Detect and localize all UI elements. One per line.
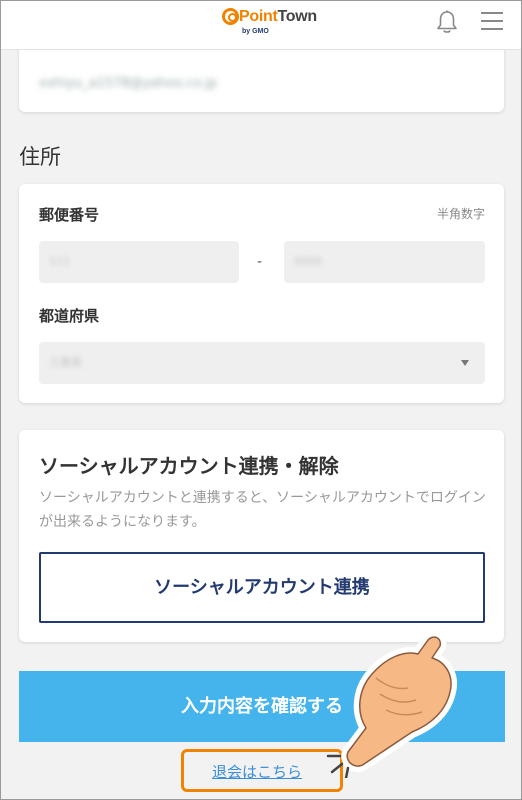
- prefecture-select[interactable]: 三重県: [39, 342, 485, 384]
- prefecture-label: 都道府県: [39, 307, 100, 325]
- address-card: 郵便番号 半角数字 111 - 0000 都道府県 三重県: [19, 184, 504, 403]
- postal-code-first-value: 111: [49, 255, 70, 268]
- postal-code-second-value: 0000: [294, 255, 322, 268]
- postal-code-label: 郵便番号: [39, 206, 100, 224]
- postal-code-first-input[interactable]: 111: [39, 241, 239, 283]
- chevron-down-icon: [461, 360, 469, 366]
- social-description: ソーシャルアカウントと連携すると、ソーシャルアカウントでログインが出来るようにな…: [39, 490, 486, 530]
- social-account-card: ソーシャルアカウント連携・解除 ソーシャルアカウントと連携すると、ソーシャルアカ…: [19, 430, 504, 642]
- logo-town: Town: [277, 8, 318, 25]
- postal-code-hint: 半角数字: [436, 207, 485, 221]
- prefecture-value: 三重県: [49, 356, 82, 369]
- top-header: PointTown by GMO: [0, 0, 522, 50]
- email-card: xxhiyu_a1578@yahoo.co.jp: [19, 40, 504, 112]
- bell-icon[interactable]: [436, 10, 458, 34]
- logo-point: Point: [239, 8, 278, 25]
- social-section-title: ソーシャルアカウント連携・解除: [39, 454, 339, 478]
- social-link-button[interactable]: ソーシャルアカウント連携: [39, 552, 485, 623]
- logo-wordmark: PointTown: [239, 8, 317, 26]
- hamburger-menu-icon[interactable]: [481, 12, 503, 32]
- pointing-hand-icon: [326, 631, 457, 778]
- email-value: xxhiyu_a1578@yahoo.co.jp: [39, 76, 218, 91]
- postal-code-second-input[interactable]: 0000: [284, 241, 485, 283]
- postal-code-separator: -: [257, 254, 263, 270]
- pointtown-logo[interactable]: PointTown by GMO: [222, 7, 317, 41]
- logo-p-mark: [222, 8, 239, 25]
- address-section-title: 住所: [19, 145, 61, 169]
- logo-by-gmo: by GMO: [242, 28, 269, 35]
